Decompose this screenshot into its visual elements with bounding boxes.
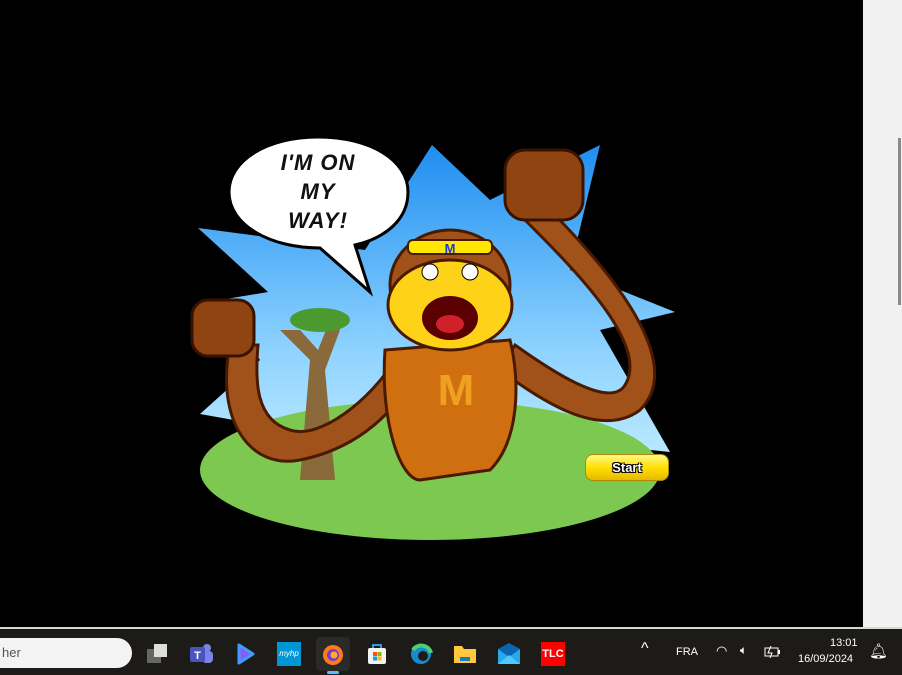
task-view-icon [147, 644, 167, 663]
taskbar: her T myhp TLC ^ FRA ◠ 🔈︎ 13:01 16/09/20… [0, 627, 902, 675]
show-hidden-icons-chevron-icon[interactable]: ^ [641, 640, 649, 658]
game-scene: M M [190, 135, 675, 540]
teams-button[interactable]: T [184, 637, 218, 671]
firefox-icon [323, 645, 343, 665]
edge-icon [411, 643, 433, 664]
active-indicator [327, 671, 339, 674]
copilot-icon [237, 643, 255, 665]
edge-button[interactable] [404, 637, 438, 671]
store-icon [368, 644, 386, 664]
monkey-eye-right [461, 263, 479, 281]
myhp-button[interactable]: myhp [272, 637, 306, 671]
speech-line: MY [300, 179, 336, 204]
copilot-button[interactable] [228, 637, 262, 671]
speech-line: I'M ON [280, 150, 356, 175]
wifi-icon[interactable]: ◠ [716, 643, 727, 659]
firefox-button[interactable] [316, 637, 350, 674]
tree-canopy [290, 308, 350, 332]
side-panel [863, 0, 902, 627]
microsoft-store-button[interactable] [360, 637, 394, 671]
tlc-icon: TLC [541, 642, 565, 666]
monkey-right-fist [503, 148, 585, 222]
folder-icon [454, 646, 476, 663]
game-canvas[interactable]: M M I'M ON MY WAY! Start [0, 0, 863, 627]
speech-bubble-text: I'M ON MY WAY! [243, 148, 393, 235]
volume-icon[interactable]: 🔈︎ [740, 643, 747, 658]
battery-icon[interactable] [764, 645, 782, 659]
svg-text:T: T [194, 650, 201, 662]
notifications-bell-icon[interactable]: 🔔︎ [869, 642, 888, 660]
language-indicator[interactable]: FRA [676, 646, 698, 658]
clock-date[interactable]: 16/09/2024 [798, 653, 853, 665]
chest-letter: M [438, 366, 475, 415]
headband-letter: M [445, 241, 456, 256]
speech-line: WAY! [288, 208, 348, 233]
mail-icon [498, 643, 520, 664]
search-box[interactable]: her [0, 638, 132, 668]
monkey-eye-left [421, 263, 439, 281]
scrollbar[interactable] [898, 138, 901, 305]
teams-icon: T [190, 644, 213, 663]
start-button[interactable]: Start [585, 454, 669, 481]
myhp-icon: myhp [277, 642, 301, 666]
monkey-left-fist [190, 298, 256, 358]
task-view-button[interactable] [140, 637, 174, 671]
monkey-tongue [436, 315, 464, 333]
tlc-button[interactable]: TLC [536, 637, 570, 671]
clock-time[interactable]: 13:01 [830, 637, 858, 649]
file-explorer-button[interactable] [448, 637, 482, 671]
mail-button[interactable] [492, 637, 526, 671]
